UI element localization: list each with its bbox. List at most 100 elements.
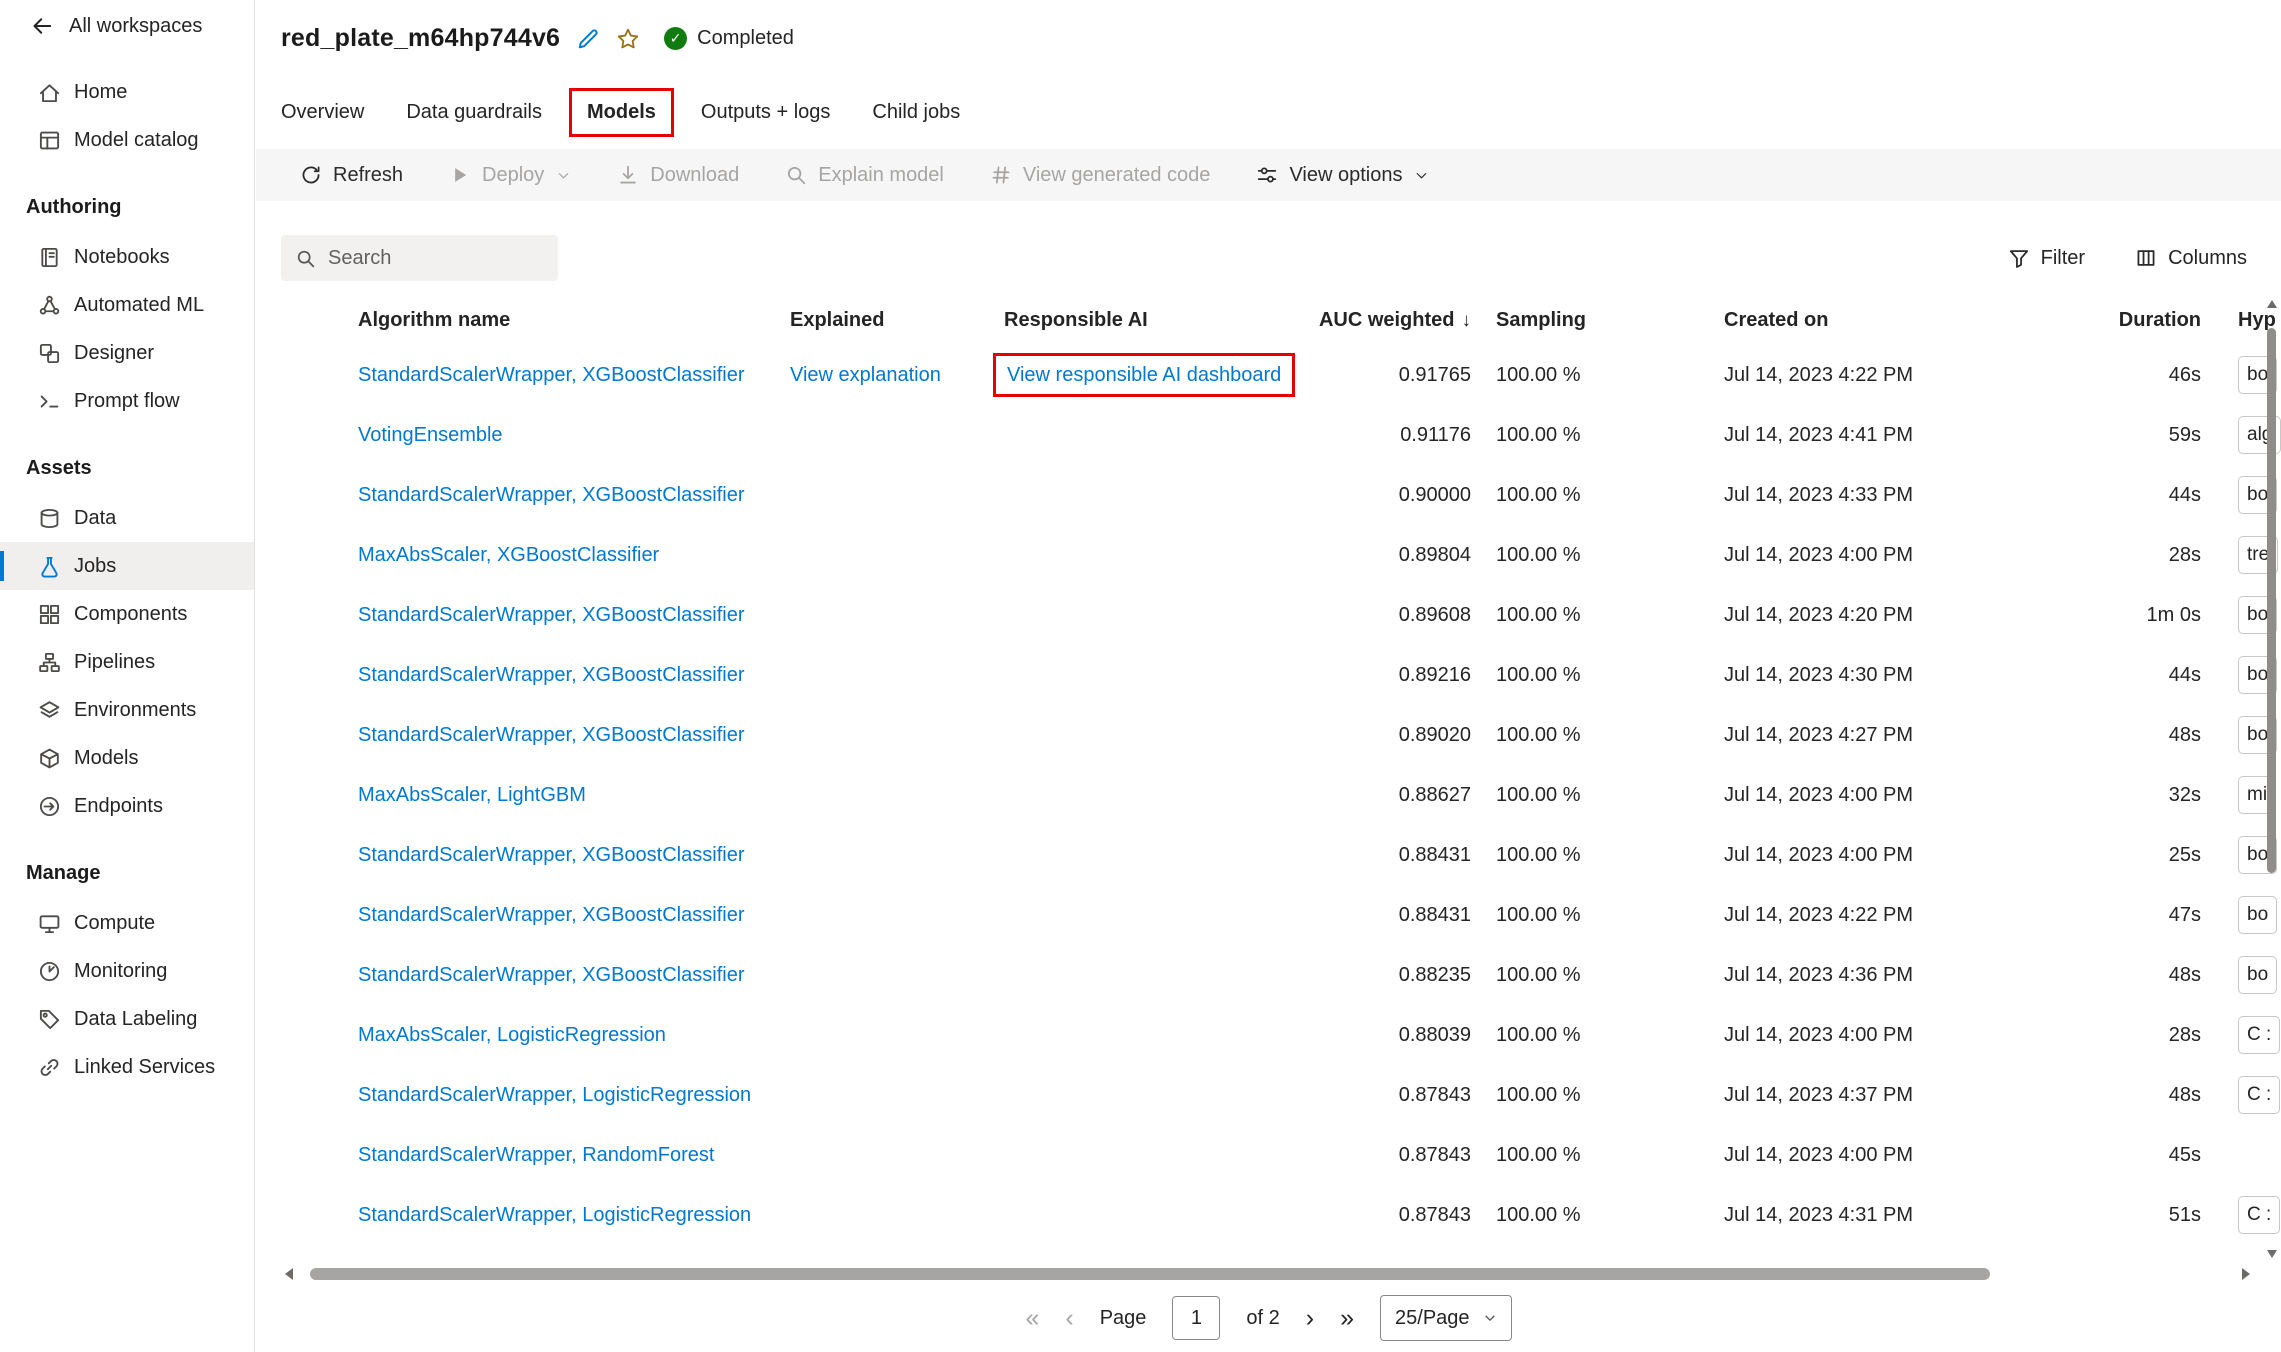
algorithm-link[interactable]: StandardScalerWrapper, XGBoostClassifier (358, 904, 744, 926)
algorithm-link[interactable]: StandardScalerWrapper, XGBoostClassifier (358, 964, 744, 986)
sidebar-item-model-catalog[interactable]: Model catalog (0, 116, 254, 164)
algorithm-link[interactable]: StandardScalerWrapper, XGBoostClassifier (358, 724, 744, 746)
vertical-scrollbar[interactable] (2264, 300, 2279, 1258)
view-explanation-link[interactable]: View explanation (790, 364, 941, 386)
check-circle-icon: ✓ (664, 27, 687, 50)
sidebar-item-monitoring[interactable]: Monitoring (0, 947, 254, 995)
sidebar-item-automated-ml[interactable]: Automated ML (0, 281, 254, 329)
sidebar-item-pipelines[interactable]: Pipelines (0, 638, 254, 686)
first-page-button[interactable]: « (1025, 1306, 1039, 1331)
scroll-down-button[interactable] (2267, 1250, 2277, 1258)
algorithm-link[interactable]: StandardScalerWrapper, XGBoostClassifier (358, 664, 744, 686)
algorithm-link[interactable]: MaxAbsScaler, LogisticRegression (358, 1024, 666, 1046)
search-box[interactable] (281, 235, 558, 281)
scroll-left-button[interactable] (285, 1268, 293, 1280)
sidebar-item-data-labeling[interactable]: Data Labeling (0, 995, 254, 1043)
cell-auc-weighted: 0.87843 (1304, 1144, 1471, 1167)
sidebar-item-home[interactable]: Home (0, 68, 254, 116)
algorithm-link[interactable]: StandardScalerWrapper, RandomForest (358, 1144, 714, 1166)
horizontal-scroll-thumb[interactable] (310, 1268, 1990, 1280)
table-row[interactable]: MaxAbsScaler, XGBoostClassifier0.8980410… (281, 525, 2281, 585)
algorithm-link[interactable]: StandardScalerWrapper, XGBoostClassifier (358, 844, 744, 866)
columns-button[interactable]: Columns (2135, 247, 2247, 270)
sidebar-item-compute[interactable]: Compute (0, 899, 254, 947)
tab-data-guardrails[interactable]: Data guardrails (406, 91, 542, 134)
algorithm-link[interactable]: StandardScalerWrapper, XGBoostClassifier (358, 364, 744, 386)
search-input[interactable] (328, 247, 544, 270)
column-header-auc-weighted[interactable]: AUC weighted↓ (1304, 309, 1471, 332)
download-button: Download (617, 164, 739, 187)
horizontal-scroll-track[interactable] (302, 1266, 2233, 1282)
algorithm-link[interactable]: StandardScalerWrapper, XGBoostClassifier (358, 604, 744, 626)
sidebar-item-designer[interactable]: Designer (0, 329, 254, 377)
tab-child-jobs[interactable]: Child jobs (872, 91, 960, 134)
sidebar-item-environments[interactable]: Environments (0, 686, 254, 734)
scroll-right-button[interactable] (2242, 1268, 2250, 1280)
cell-sampling: 100.00 % (1471, 364, 1724, 387)
page-number-input[interactable] (1172, 1296, 1220, 1340)
table-row[interactable]: MaxAbsScaler, LightGBM0.88627100.00 %Jul… (281, 765, 2281, 825)
table-row[interactable]: StandardScalerWrapper, XGBoostClassifier… (281, 705, 2281, 765)
view-options-button[interactable]: View options (1256, 164, 1429, 187)
table-row[interactable]: StandardScalerWrapper, LogisticRegressio… (281, 1185, 2281, 1245)
cell-sampling: 100.00 % (1471, 1084, 1724, 1107)
horizontal-scrollbar[interactable] (285, 1266, 2250, 1282)
sidebar-item-data[interactable]: Data (0, 494, 254, 542)
refresh-button[interactable]: Refresh (300, 164, 403, 187)
table-row[interactable]: MaxAbsScaler, LogisticRegression0.880391… (281, 1005, 2281, 1065)
column-header-explained[interactable]: Explained (790, 309, 1004, 332)
table-row[interactable]: StandardScalerWrapper, XGBoostClassifier… (281, 465, 2281, 525)
algorithm-link[interactable]: VotingEnsemble (358, 424, 503, 446)
page-of-label: of 2 (1246, 1307, 1279, 1330)
table-row[interactable]: StandardScalerWrapper, XGBoostClassifier… (281, 945, 2281, 1005)
last-page-button[interactable]: » (1340, 1306, 1354, 1331)
sidebar-item-jobs[interactable]: Jobs (0, 542, 254, 590)
table-row[interactable]: VotingEnsemble0.91176100.00 %Jul 14, 202… (281, 405, 2281, 465)
table-row[interactable]: StandardScalerWrapper, XGBoostClassifier… (281, 645, 2281, 705)
tab-models[interactable]: Models (569, 88, 674, 137)
algorithm-link[interactable]: StandardScalerWrapper, XGBoostClassifier (358, 484, 744, 506)
column-header-sampling[interactable]: Sampling (1471, 309, 1724, 332)
prev-page-button[interactable]: ‹ (1065, 1306, 1073, 1331)
column-header-created-on[interactable]: Created on (1724, 309, 2024, 332)
sidebar-item-endpoints[interactable]: Endpoints (0, 782, 254, 830)
algorithm-link[interactable]: MaxAbsScaler, XGBoostClassifier (358, 544, 659, 566)
table-row[interactable]: StandardScalerWrapper, LogisticRegressio… (281, 1065, 2281, 1125)
sidebar-item-linked-services[interactable]: Linked Services (0, 1043, 254, 1091)
table-row[interactable]: StandardScalerWrapper, XGBoostClassifier… (281, 585, 2281, 645)
edit-icon[interactable] (576, 27, 600, 51)
tab-overview[interactable]: Overview (281, 91, 364, 134)
view-responsible-ai-link[interactable]: View responsible AI dashboard (1007, 364, 1281, 386)
column-header-algorithm-name[interactable]: Algorithm name (358, 309, 790, 332)
page-size-select[interactable]: 25/Page (1380, 1295, 1512, 1341)
algorithm-link[interactable]: StandardScalerWrapper, LogisticRegressio… (358, 1204, 751, 1226)
deploy-icon (449, 164, 471, 186)
cell-algorithm: MaxAbsScaler, LogisticRegression (358, 1024, 790, 1047)
sidebar-item-label: Prompt flow (74, 390, 180, 413)
sidebar-item-label: Notebooks (74, 246, 170, 269)
vertical-scroll-thumb[interactable] (2267, 328, 2276, 873)
algorithm-link[interactable]: MaxAbsScaler, LightGBM (358, 784, 586, 806)
sidebar-item-notebooks[interactable]: Notebooks (0, 233, 254, 281)
table-row[interactable]: StandardScalerWrapper, XGBoostClassifier… (281, 825, 2281, 885)
table-row[interactable]: StandardScalerWrapper, RandomForest 0.878… (281, 1125, 2281, 1185)
cell-explained: View explanation (790, 364, 1004, 387)
tab-outputs-logs[interactable]: Outputs + logs (701, 91, 831, 134)
table-row[interactable]: StandardScalerWrapper, XGBoostClassifier… (281, 345, 2281, 405)
sidebar-item-models[interactable]: Models (0, 734, 254, 782)
column-header-duration[interactable]: Duration (2024, 309, 2201, 332)
sidebar-item-components[interactable]: Components (0, 590, 254, 638)
cell-created-on: Jul 14, 2023 4:20 PM (1724, 604, 2024, 627)
filter-button[interactable]: Filter (2008, 247, 2085, 270)
column-header-responsible-ai[interactable]: Responsible AI (1004, 309, 1304, 332)
sidebar-item-prompt-flow[interactable]: Prompt flow (0, 377, 254, 425)
tab-bar: Overview Data guardrails Models Outputs + l… (281, 83, 2281, 141)
algorithm-link[interactable]: StandardScalerWrapper, LogisticRegressio… (358, 1084, 751, 1106)
table-row[interactable]: StandardScalerWrapper, XGBoostClassifier… (281, 885, 2281, 945)
cell-algorithm: StandardScalerWrapper, XGBoostClassifier (358, 484, 790, 507)
sidebar-back-all-workspaces[interactable]: All workspaces (0, 0, 254, 52)
favorite-star-icon[interactable] (616, 27, 640, 51)
sidebar-item-label: Data Labeling (74, 1008, 197, 1031)
scroll-up-button[interactable] (2267, 300, 2277, 308)
next-page-button[interactable]: › (1306, 1306, 1314, 1331)
